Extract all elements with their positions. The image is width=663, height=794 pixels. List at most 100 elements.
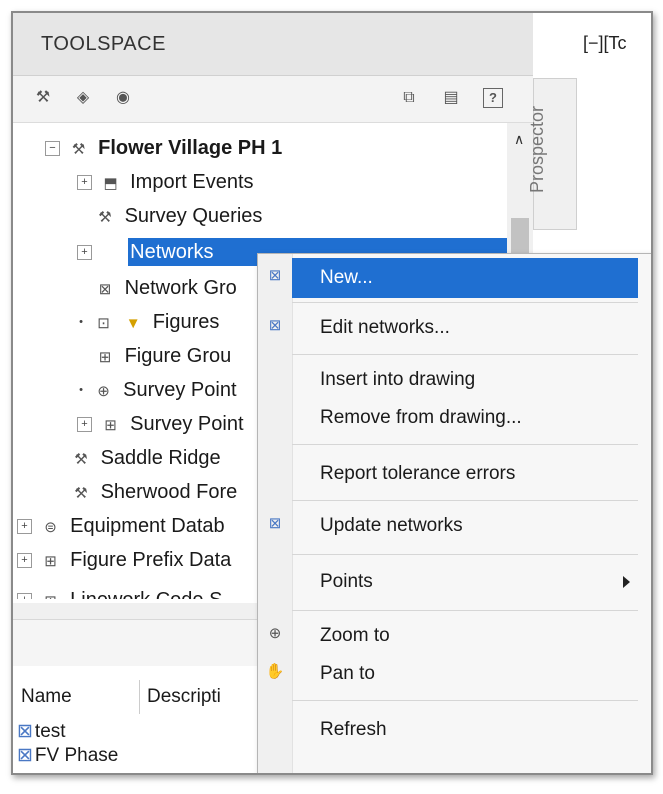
tree-node-survey-point-groups[interactable]: + ⊞ Survey Point bbox=[77, 409, 244, 439]
scroll-up-arrow-icon[interactable]: ∧ bbox=[514, 131, 524, 148]
menu-separator bbox=[292, 302, 638, 303]
tree-node-sherwood[interactable]: ⚒ Sherwood Fore bbox=[71, 477, 237, 507]
item-view-icon[interactable]: ⧉ bbox=[399, 88, 419, 108]
zoom-to-icon: ⊕ bbox=[268, 625, 282, 642]
toolspace-toolbar: ⚒ ◈ ◉ ⧉ ▤ ? bbox=[13, 76, 533, 123]
expand-toggle[interactable]: + bbox=[17, 553, 32, 569]
item-list-panel: Name Descripti ⊠ test ⊠ FV Phase bbox=[13, 619, 285, 773]
tree-node-survey-points[interactable]: • ⊕ Survey Point bbox=[77, 375, 237, 405]
survey-point-groups-icon: ⊞ bbox=[104, 417, 117, 434]
project-icon: ⚒ bbox=[74, 451, 88, 468]
tree-node-label: Networks bbox=[130, 241, 214, 263]
expand-toggle[interactable]: + bbox=[77, 175, 92, 191]
menu-item-edit-networks[interactable]: Edit networks... bbox=[292, 308, 638, 348]
expand-toggle[interactable]: + bbox=[17, 593, 32, 599]
menu-item-points-label: Points bbox=[320, 571, 373, 592]
tree-node-saddle-ridge[interactable]: ⚒ Saddle Ridge bbox=[71, 443, 220, 473]
network-groups-icon: ⊠ bbox=[98, 281, 112, 298]
menu-item-remove-from-drawing[interactable]: Remove from drawing... bbox=[292, 398, 638, 438]
networks-icon: ⊠ bbox=[104, 245, 117, 262]
list-item-name: FV Phase bbox=[34, 745, 119, 766]
tree-node-label: Figures bbox=[152, 311, 220, 333]
tree-node-label: Figure Prefix Data bbox=[70, 549, 232, 571]
viewport-controls[interactable]: [−][Tc bbox=[583, 33, 627, 54]
tree-node-label: Survey Point bbox=[123, 379, 237, 401]
figure-prefix-db-icon: ⊞ bbox=[44, 553, 57, 570]
expand-toggle[interactable]: + bbox=[17, 519, 32, 535]
tree-node-survey-queries[interactable]: ⚒ Survey Queries bbox=[95, 201, 262, 231]
figures-icon: ⊡ bbox=[97, 315, 110, 332]
tree-node-equipment-db[interactable]: + ⊜ Equipment Datab bbox=[17, 511, 225, 541]
tree-node-label: Survey Queries bbox=[124, 205, 263, 227]
edit-networks-icon: ⊠ bbox=[268, 317, 282, 334]
tree-node-networks[interactable]: + ⊠ Networks bbox=[77, 237, 213, 267]
tree-node-label: Network Gro bbox=[124, 277, 237, 299]
toolspace-titlebar[interactable]: TOOLSPACE bbox=[13, 13, 533, 76]
update-networks-icon: ⊠ bbox=[268, 515, 282, 532]
menu-separator bbox=[292, 444, 638, 445]
column-header-description[interactable]: Descripti bbox=[147, 680, 221, 714]
survey-user-settings-icon[interactable]: ⚒ bbox=[33, 88, 53, 108]
linework-icon: ⊞ bbox=[41, 587, 61, 599]
figure-groups-icon: ⊞ bbox=[98, 349, 112, 366]
tree-node-label: Figure Grou bbox=[124, 345, 232, 367]
menu-item-points[interactable]: Points bbox=[292, 562, 638, 602]
import-events-icon: ⬒ bbox=[103, 175, 118, 192]
survey-points-icon: ⊕ bbox=[97, 383, 110, 400]
collapse-toggle[interactable]: − bbox=[45, 141, 60, 157]
menu-separator bbox=[292, 610, 638, 611]
warning-icon: ▼ bbox=[125, 315, 141, 332]
menu-separator bbox=[292, 554, 638, 555]
new-network-icon: ⊠ bbox=[268, 267, 282, 284]
menu-item-new[interactable]: New... bbox=[292, 258, 638, 298]
list-toolbar-area bbox=[13, 620, 285, 666]
tree-node-label: Survey Point bbox=[130, 413, 244, 435]
context-menu: ⊠ New... ⊠ Edit networks... Insert into … bbox=[257, 253, 651, 773]
pan-to-icon: ✋ bbox=[265, 663, 285, 680]
list-item[interactable]: ⊠ test bbox=[17, 720, 66, 744]
menu-item-insert-into-drawing[interactable]: Insert into drawing bbox=[292, 360, 638, 400]
tree-node-figure-groups[interactable]: ⊞ Figure Grou bbox=[95, 341, 232, 371]
equipment-db-icon: ⊜ bbox=[44, 519, 57, 536]
expand-toggle[interactable]: • bbox=[77, 384, 85, 397]
expand-toggle[interactable]: + bbox=[77, 417, 92, 433]
menu-separator bbox=[292, 500, 638, 501]
menu-separator bbox=[292, 354, 638, 355]
tree-node-label: Flower Village PH 1 bbox=[98, 137, 283, 159]
tree-node-label: Linework Code S bbox=[70, 589, 222, 599]
tree-node-import-events[interactable]: + ⬒ Import Events bbox=[77, 167, 254, 197]
expand-toggle[interactable]: • bbox=[77, 316, 85, 329]
menu-item-refresh[interactable]: Refresh bbox=[292, 710, 638, 750]
global-settings-icon[interactable]: ◉ bbox=[113, 88, 133, 108]
list-view-icon[interactable]: ▤ bbox=[441, 88, 461, 108]
column-header-name[interactable]: Name bbox=[21, 680, 72, 714]
prospector-tab-label: Prospector bbox=[527, 105, 548, 194]
toolspace-window: TOOLSPACE [−][Tc ⚒ ◈ ◉ ⧉ ▤ ? − ⚒ Flower … bbox=[11, 11, 653, 775]
tree-node-figure-prefix-db[interactable]: + ⊞ Figure Prefix Data bbox=[17, 545, 231, 575]
toolspace-title: TOOLSPACE bbox=[41, 33, 166, 55]
tree-node-figures[interactable]: • ⊡ ▼ Figures bbox=[77, 307, 219, 337]
tree-node-root[interactable]: − ⚒ Flower Village PH 1 bbox=[45, 133, 282, 163]
menu-item-zoom-to[interactable]: Zoom to bbox=[292, 616, 638, 656]
expand-toggle[interactable]: + bbox=[77, 245, 92, 261]
tree-node-label: Equipment Datab bbox=[70, 515, 225, 537]
survey-settings-icon[interactable]: ◈ bbox=[73, 88, 93, 108]
menu-item-update-networks[interactable]: Update networks bbox=[292, 506, 638, 546]
network-icon: ⊠ bbox=[17, 745, 33, 766]
tree-horizontal-scrollbar[interactable] bbox=[13, 603, 285, 619]
help-icon[interactable]: ? bbox=[483, 88, 503, 108]
menu-item-report-tolerance-errors[interactable]: Report tolerance errors bbox=[292, 454, 638, 494]
tree-node-label: Sherwood Fore bbox=[100, 481, 238, 503]
tree-node-linework[interactable]: + ⊞ Linework Code S bbox=[17, 585, 222, 599]
network-icon: ⊠ bbox=[17, 721, 33, 742]
submenu-arrow-icon bbox=[623, 576, 630, 588]
column-divider[interactable] bbox=[139, 680, 140, 714]
list-item-name: test bbox=[34, 721, 66, 742]
list-item[interactable]: ⊠ FV Phase bbox=[17, 744, 118, 768]
menu-item-pan-to[interactable]: Pan to bbox=[292, 654, 638, 694]
tree-node-network-groups[interactable]: ⊠ Network Gro bbox=[95, 273, 237, 303]
menu-separator bbox=[292, 700, 638, 701]
survey-queries-icon: ⚒ bbox=[98, 209, 112, 226]
tree-node-label: Import Events bbox=[130, 171, 254, 193]
tab-prospector[interactable]: Prospector bbox=[527, 78, 577, 230]
